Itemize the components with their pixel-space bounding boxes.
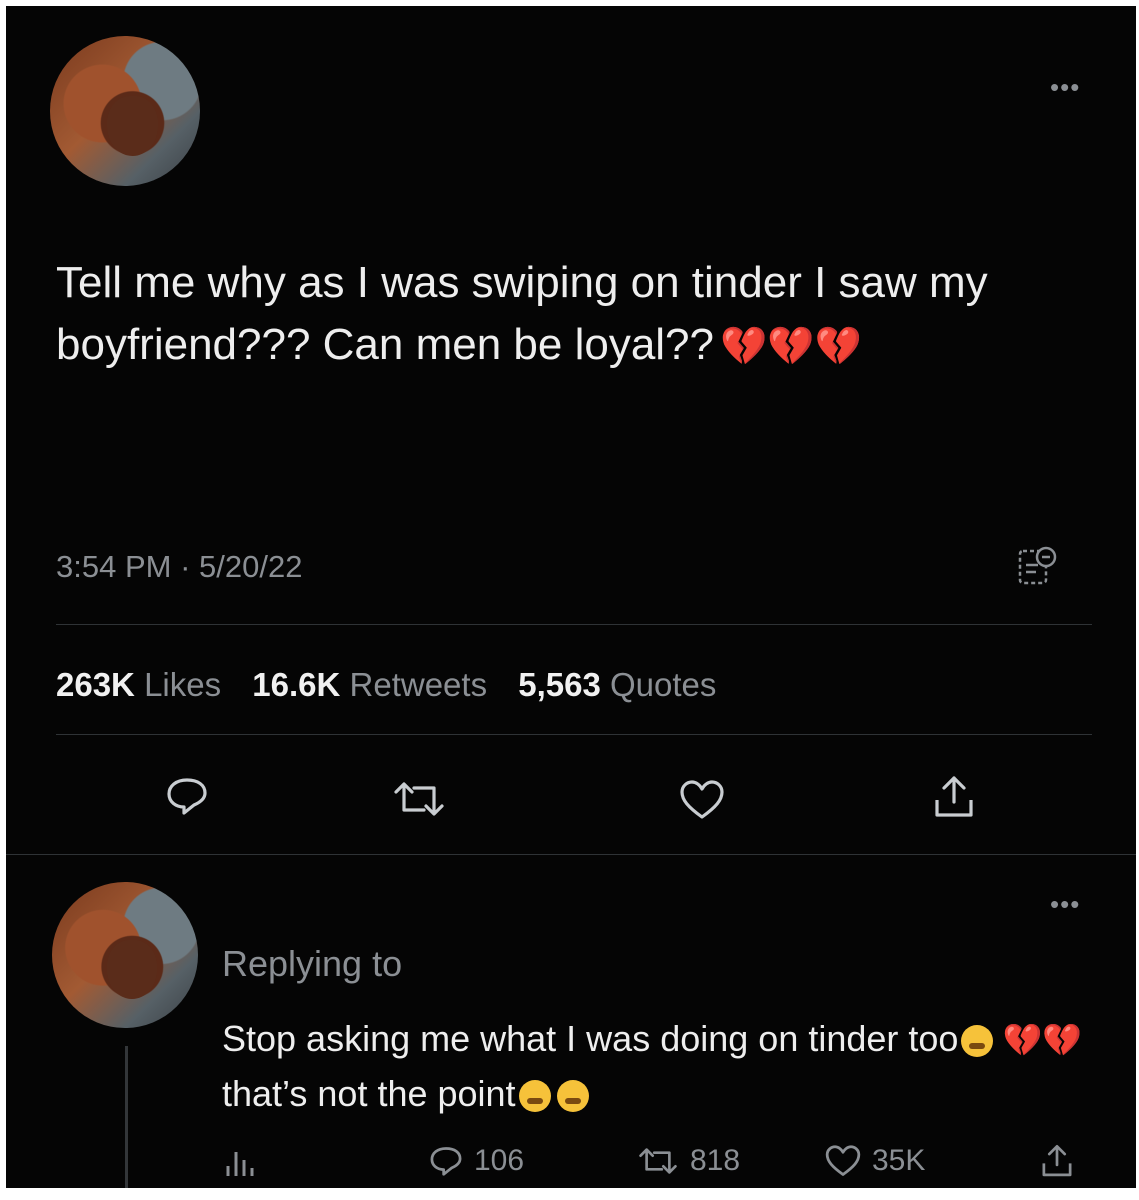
like-icon[interactable]: [678, 779, 726, 821]
tweet-time: 3:54 PM: [56, 549, 172, 584]
analytics-icon[interactable]: [1016, 545, 1058, 587]
weary-face-emoji: [961, 1025, 994, 1058]
reply-body-part2: that’s not the point: [222, 1073, 516, 1114]
more-icon[interactable]: •••: [1050, 74, 1080, 100]
reply-body-part1: Stop asking me what I was doing on tinde…: [222, 1018, 959, 1059]
timestamp-separator: ·: [180, 549, 191, 584]
replying-to-label: Replying to: [222, 943, 403, 984]
retweet-icon: [639, 1148, 677, 1174]
tweet-date: 5/20/22: [199, 549, 303, 584]
likes-label: Likes: [144, 666, 222, 703]
like-icon: [825, 1145, 861, 1176]
more-icon[interactable]: •••: [1050, 891, 1080, 917]
divider: [56, 624, 1092, 625]
views-icon[interactable]: [224, 1146, 258, 1178]
pleading-face-emoji: [556, 1080, 589, 1113]
reply-icon: [430, 1147, 462, 1176]
thread-line: [125, 1046, 128, 1188]
reply-count-action[interactable]: 106: [428, 1144, 524, 1178]
share-icon[interactable]: [1040, 1142, 1074, 1180]
like-count: 35K: [872, 1144, 926, 1177]
divider: [56, 734, 1092, 735]
retweet-count-action[interactable]: 818: [636, 1144, 740, 1178]
retweets-count: 16.6K: [252, 666, 341, 703]
divider: [6, 854, 1136, 855]
tweet-stats: 263K Likes 16.6K Retweets 5,563 Quotes: [56, 666, 738, 704]
reply-text: Stop asking me what I was doing on tinde…: [222, 1012, 1102, 1121]
reply-author-avatar[interactable]: [52, 882, 198, 1028]
retweet-count: 818: [690, 1144, 741, 1177]
retweets-stat[interactable]: 16.6K Retweets: [252, 666, 487, 703]
broken-heart-emojis: 💔💔💔: [720, 326, 862, 368]
tweet-text: Tell me why as I was swiping on tinder I…: [56, 252, 1116, 378]
reply-icon[interactable]: [164, 776, 210, 816]
tweet-screenshot: ••• Tell me why as I was swiping on tind…: [6, 6, 1136, 1188]
broken-heart-emojis: 💔💔: [1002, 1022, 1083, 1058]
likes-stat[interactable]: 263K Likes: [56, 666, 221, 703]
quotes-count: 5,563: [518, 666, 601, 703]
share-icon[interactable]: [932, 774, 976, 820]
retweet-icon[interactable]: [390, 782, 448, 816]
tweet-timestamp[interactable]: 3:54 PM · 5/20/22: [56, 549, 302, 585]
retweets-label: Retweets: [349, 666, 488, 703]
quotes-label: Quotes: [610, 666, 717, 703]
quotes-stat[interactable]: 5,563 Quotes: [518, 666, 716, 703]
likes-count: 263K: [56, 666, 135, 703]
author-avatar[interactable]: [50, 36, 200, 186]
reply-count: 106: [474, 1144, 525, 1177]
like-count-action[interactable]: 35K: [824, 1144, 925, 1178]
weary-face-emoji: [518, 1080, 551, 1113]
